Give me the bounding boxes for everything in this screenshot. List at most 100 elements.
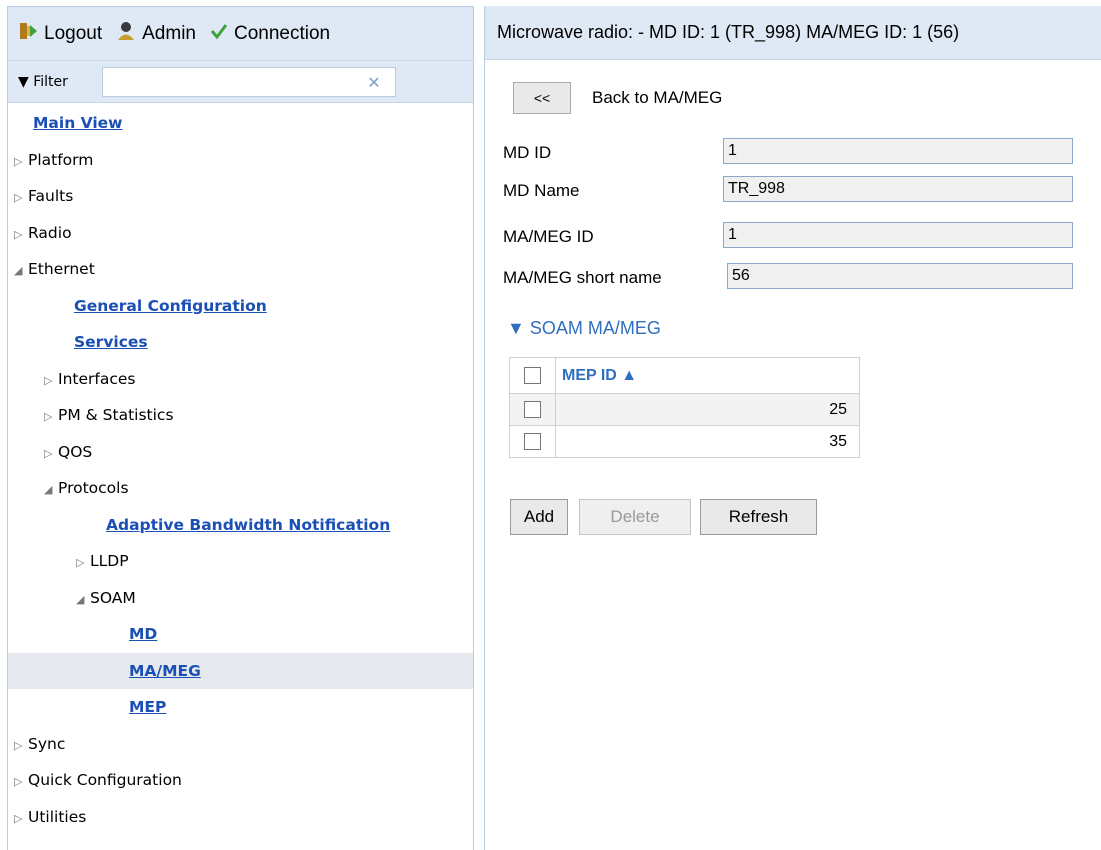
expand-arrow-icon[interactable]: ▷ bbox=[76, 545, 90, 582]
tree-label: QOS bbox=[58, 442, 93, 461]
mep-id-column-header[interactable]: MEP ID ▲ bbox=[555, 357, 860, 394]
tree-item-ma-meg[interactable]: MA/MEG bbox=[8, 652, 473, 689]
md-id-row: MD ID 1 bbox=[503, 138, 1073, 168]
tree-item-quick-configuration[interactable]: ▷ Quick Configuration bbox=[8, 762, 473, 799]
expand-arrow-icon[interactable]: ▷ bbox=[14, 801, 28, 838]
logout-icon bbox=[18, 21, 38, 47]
tree-item-qos[interactable]: ▷ QOS bbox=[8, 434, 473, 471]
tree-item-platform[interactable]: ▷ Platform bbox=[8, 142, 473, 179]
content-panel: Microwave radio: - MD ID: 1 (TR_998) MA/… bbox=[484, 6, 1101, 850]
collapse-arrow-icon[interactable]: ◢ bbox=[44, 472, 58, 509]
tree-item-pm-statistics[interactable]: ▷ PM & Statistics bbox=[8, 397, 473, 434]
soam-section-toggle[interactable]: ▼ SOAM MA/MEG bbox=[507, 318, 661, 339]
ma-meg-short-name-label: MA/MEG short name bbox=[503, 268, 662, 287]
logout-button[interactable]: Logout bbox=[18, 21, 102, 47]
clear-filter-icon[interactable]: ✕ bbox=[360, 70, 388, 94]
tree-item-main-view[interactable]: Main View bbox=[8, 105, 473, 142]
tree-item-utilities[interactable]: ▷ Utilities bbox=[8, 799, 473, 836]
tree-item-adaptive-bandwidth-notification[interactable]: Adaptive Bandwidth Notification bbox=[8, 507, 473, 544]
md-name-label: MD Name bbox=[503, 181, 580, 200]
md-name-row: MD Name TR_998 bbox=[503, 176, 1073, 206]
row-checkbox[interactable] bbox=[524, 432, 541, 450]
filter-bar: ▼ Filter ✕ bbox=[8, 61, 473, 103]
tree-label: Sync bbox=[28, 734, 66, 753]
tree-item-md[interactable]: MD bbox=[8, 616, 473, 653]
admin-button[interactable]: Admin bbox=[116, 21, 196, 47]
md-id-label: MD ID bbox=[503, 143, 552, 162]
expand-arrow-icon[interactable]: ▷ bbox=[44, 399, 58, 436]
md-id-field: 1 bbox=[723, 138, 1073, 164]
row-select-cell bbox=[509, 425, 556, 458]
back-label: Back to MA/MEG bbox=[592, 88, 723, 107]
ma-meg-short-name-row: MA/MEG short name 56 bbox=[503, 263, 1073, 293]
page-title: Microwave radio: - MD ID: 1 (TR_998) MA/… bbox=[485, 6, 1101, 60]
collapse-arrow-icon[interactable]: ◢ bbox=[14, 253, 28, 290]
row-checkbox[interactable] bbox=[524, 400, 541, 418]
tree-item-mep[interactable]: MEP bbox=[8, 689, 473, 726]
connection-button[interactable]: Connection bbox=[210, 22, 330, 46]
expand-arrow-icon[interactable]: ▷ bbox=[14, 217, 28, 254]
tree-item-faults[interactable]: ▷ Faults bbox=[8, 178, 473, 215]
table-row[interactable]: 35 bbox=[509, 425, 860, 458]
add-button[interactable]: Add bbox=[510, 499, 568, 535]
select-all-checkbox[interactable] bbox=[524, 366, 541, 384]
checkmark-icon bbox=[210, 22, 228, 46]
tree-label: Quick Configuration bbox=[28, 771, 182, 789]
expand-arrow-icon[interactable]: ▷ bbox=[14, 180, 28, 217]
delete-button[interactable]: Delete bbox=[579, 499, 691, 535]
ma-meg-id-field: 1 bbox=[723, 222, 1073, 248]
tree-label: PM & Statistics bbox=[58, 406, 174, 424]
tree-link[interactable]: MA/MEG bbox=[129, 662, 201, 680]
tree-link[interactable]: Services bbox=[74, 333, 148, 351]
tree-item-lldp[interactable]: ▷ LLDP bbox=[8, 543, 473, 580]
row-select-cell bbox=[509, 393, 556, 426]
tree-label: LLDP bbox=[90, 552, 129, 570]
ma-meg-short-name-field: 56 bbox=[727, 263, 1073, 289]
tree-item-sync[interactable]: ▷ Sync bbox=[8, 726, 473, 763]
connection-label: Connection bbox=[233, 22, 331, 44]
md-name-field: TR_998 bbox=[723, 176, 1073, 202]
tree-label: Utilities bbox=[28, 807, 87, 826]
refresh-button[interactable]: Refresh bbox=[700, 499, 817, 535]
navigation-tree: Main View ▷ Platform ▷ Faults ▷ Radio ◢ Ethernet… bbox=[8, 105, 473, 835]
mep-id-cell: 25 bbox=[555, 393, 860, 426]
tree-label: Protocols bbox=[58, 479, 129, 497]
tree-link[interactable]: MEP bbox=[129, 698, 166, 716]
collapse-arrow-icon[interactable]: ◢ bbox=[76, 582, 90, 619]
table-row[interactable]: 25 bbox=[509, 393, 860, 426]
tree-label: Faults bbox=[28, 187, 74, 205]
table-header-row: MEP ID ▲ bbox=[509, 357, 860, 394]
admin-user-icon bbox=[116, 21, 136, 47]
tree-label: Interfaces bbox=[58, 369, 136, 388]
tree-item-soam[interactable]: ◢ SOAM bbox=[8, 580, 473, 617]
tree-item-interfaces[interactable]: ▷ Interfaces bbox=[8, 361, 473, 398]
expand-arrow-icon[interactable]: ▷ bbox=[14, 144, 28, 181]
expand-arrow-icon[interactable]: ▷ bbox=[14, 728, 28, 765]
expand-arrow-icon[interactable]: ▷ bbox=[44, 363, 58, 400]
tree-item-radio[interactable]: ▷ Radio bbox=[8, 215, 473, 252]
select-all-cell bbox=[509, 357, 556, 394]
tree-label: Platform bbox=[28, 150, 94, 169]
tree-item-ethernet[interactable]: ◢ Ethernet bbox=[8, 251, 473, 288]
logout-label: Logout bbox=[44, 22, 103, 44]
admin-label: Admin bbox=[142, 22, 196, 44]
back-button[interactable]: << bbox=[513, 82, 571, 114]
expand-arrow-icon[interactable]: ▷ bbox=[14, 764, 28, 801]
tree-link[interactable]: Adaptive Bandwidth Notification bbox=[106, 516, 390, 534]
ma-meg-id-label: MA/MEG ID bbox=[503, 227, 594, 246]
tree-label: SOAM bbox=[90, 588, 136, 607]
filter-toggle[interactable]: ▼ Filter bbox=[18, 74, 102, 90]
tree-item-services[interactable]: Services bbox=[8, 324, 473, 361]
expand-arrow-icon[interactable]: ▷ bbox=[44, 436, 58, 473]
tree-label: Radio bbox=[28, 223, 72, 242]
tree-item-general-configuration[interactable]: General Configuration bbox=[8, 288, 473, 325]
top-toolbar: Logout Admin Connection bbox=[8, 7, 473, 61]
tree-item-protocols[interactable]: ◢ Protocols bbox=[8, 470, 473, 507]
navigation-panel: Logout Admin Connection ▼ Filter ✕ Main bbox=[7, 6, 474, 850]
tree-link[interactable]: General Configuration bbox=[74, 297, 267, 315]
filter-input[interactable] bbox=[102, 67, 396, 97]
tree-link[interactable]: Main View bbox=[33, 114, 123, 132]
filter-label: Filter bbox=[33, 73, 68, 90]
mep-table: MEP ID ▲ 25 35 bbox=[509, 357, 860, 458]
tree-link[interactable]: MD bbox=[129, 625, 157, 643]
